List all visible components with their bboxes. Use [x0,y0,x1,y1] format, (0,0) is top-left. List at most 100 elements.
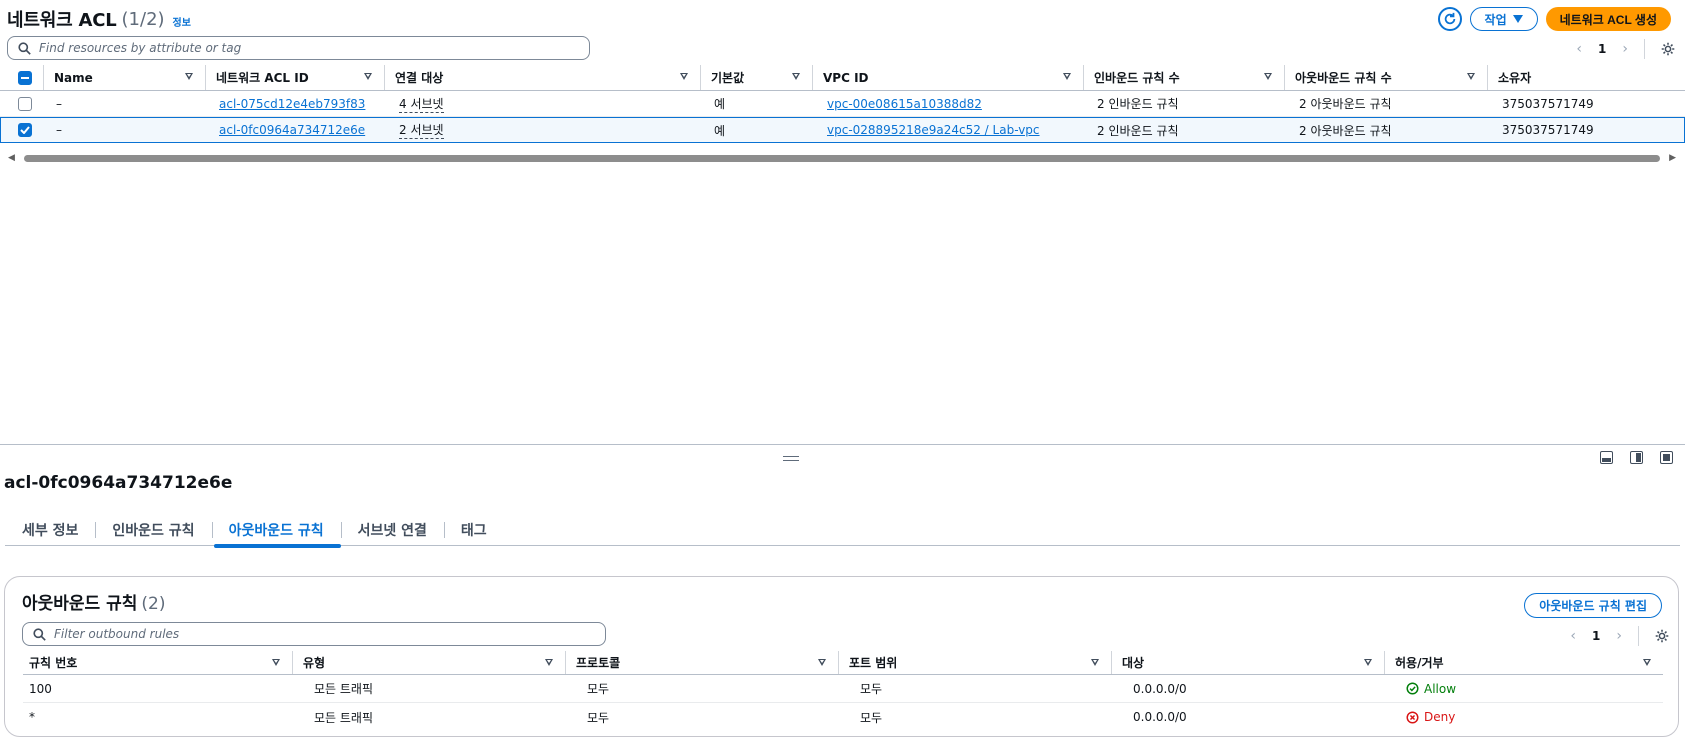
table-header: 규칙 번호 유형 프로토콜 포트 범위 대상 허용/거부 [23,651,1663,675]
row-acl-id-link[interactable]: acl-0fc0964a734712e6e [219,118,365,142]
column-header-port-range[interactable]: 포트 범위 [838,651,1111,674]
prev-page-icon[interactable]: ‹ [1576,41,1582,57]
scrollbar-thumb[interactable] [24,155,1660,162]
column-header-owner[interactable]: 소유자 [1487,65,1677,90]
sort-icon [1364,659,1372,666]
rule-destination: 0.0.0.0/0 [1133,710,1187,724]
split-panel-divider [0,444,1685,445]
page-number[interactable]: 1 [1592,629,1600,643]
minus-icon [21,76,29,79]
sort-icon [818,659,826,666]
tab-subnet-associations[interactable]: 서브넷 연결 [340,514,444,545]
sort-icon [185,73,193,80]
sort-icon [1264,73,1272,80]
actions-label: 작업 [1484,12,1507,27]
refresh-icon [1444,12,1455,25]
row-vpc-link[interactable]: vpc-00e08615a10388d82 [827,91,982,116]
tab-details[interactable]: 세부 정보 [5,514,95,545]
table-row[interactable]: – acl-075cd12e4eb793f83 4 서브넷 예 vpc-00e0… [0,91,1685,117]
row-vpc-link[interactable]: vpc-028895218e9a24c52 / Lab-vpc [827,118,1040,142]
row-default: 예 [714,123,726,138]
scroll-right-icon[interactable]: ▶ [1669,153,1676,163]
row-checkbox[interactable] [18,91,32,116]
column-header-allow-deny[interactable]: 허용/거부 [1384,651,1663,674]
x-circle-icon [1406,710,1419,724]
page-title: 네트워크 ACL [7,10,117,31]
row-acl-id-link[interactable]: acl-075cd12e4eb793f83 [219,91,365,116]
prev-page-icon[interactable]: ‹ [1570,628,1576,644]
select-all-checkbox[interactable] [18,65,32,90]
table-header: Name 네트워크 ACL ID 연결 대상 기본값 VPC ID 인바운드 규… [0,65,1685,91]
column-header-type[interactable]: 유형 [292,651,565,674]
outbound-rules-container: 아웃바운드 규칙 (2) 아웃바운드 규칙 편집 Filter outbound … [4,576,1679,737]
actions-dropdown-button[interactable]: 작업 [1469,7,1538,31]
panel-full-icon[interactable] [1660,451,1673,464]
next-page-icon[interactable]: › [1622,41,1628,57]
outbound-rules-count: (2) [141,594,166,614]
column-header-name[interactable]: Name [43,65,205,90]
page-header: 네트워크 ACL (1/2) 정보 작업 네트워크 ACL 생성 [7,6,1671,32]
outbound-rules-table: 규칙 번호 유형 프로토콜 포트 범위 대상 허용/거부 100 모든 트래픽 … [23,651,1663,731]
column-header-destination[interactable]: 대상 [1111,651,1384,674]
rule-protocol: 모두 [587,682,610,696]
tab-inbound-rules[interactable]: 인바운드 규칙 [95,514,211,545]
sort-icon [272,659,280,666]
column-header-acl-id[interactable]: 네트워크 ACL ID [205,65,384,90]
outbound-rules-title: 아웃바운드 규칙 (2) [22,594,166,614]
search-icon [18,41,31,55]
horizontal-scrollbar[interactable]: ◀ ▶ [8,153,1676,163]
panel-bottom-icon[interactable] [1600,451,1613,464]
check-icon [20,126,30,134]
rule-action: Deny [1406,703,1455,731]
table-row-selected[interactable]: – acl-0fc0964a734712e6e 2 서브넷 예 vpc-0288… [0,117,1685,143]
rule-destination: 0.0.0.0/0 [1133,681,1187,696]
row-association[interactable]: 2 서브넷 [399,118,444,142]
column-header-outbound[interactable]: 아웃바운드 규칙 수 [1284,65,1487,90]
gear-icon[interactable] [1655,629,1669,643]
column-header-vpc-id[interactable]: VPC ID [812,65,1083,90]
search-icon [33,627,46,641]
resource-search-input[interactable]: Find resources by attribute or tag [7,36,590,60]
filter-placeholder: Filter outbound rules [54,627,180,641]
divider [1638,626,1639,646]
table-row: * 모든 트래픽 모두 모두 0.0.0.0/0 Deny [23,703,1663,731]
tab-outbound-rules[interactable]: 아웃바운드 규칙 [211,514,341,548]
pagination: ‹ 1 › [1576,39,1675,59]
divider [1644,39,1645,59]
page-number[interactable]: 1 [1598,42,1606,56]
gear-icon[interactable] [1661,42,1675,56]
sort-icon [1091,659,1099,666]
row-outbound: 2 아웃바운드 규칙 [1299,97,1392,111]
table-row: 100 모든 트래픽 모두 모두 0.0.0.0/0 Allow [23,675,1663,703]
detail-title: acl-0fc0964a734712e6e [4,473,233,493]
column-header-rule-number[interactable]: 규칙 번호 [19,651,292,674]
resize-handle-icon[interactable] [783,456,799,461]
row-association[interactable]: 4 서브넷 [399,91,444,116]
refresh-button[interactable] [1437,7,1462,31]
panel-layout-controls [1600,451,1673,464]
create-acl-button[interactable]: 네트워크 ACL 생성 [1545,7,1671,31]
sort-icon [792,73,800,80]
column-header-association[interactable]: 연결 대상 [384,65,700,90]
column-header-default[interactable]: 기본값 [700,65,812,90]
next-page-icon[interactable]: › [1616,628,1622,644]
column-header-protocol[interactable]: 프로토콜 [565,651,838,674]
row-checkbox[interactable] [18,118,32,142]
selection-count: (1/2) [121,8,165,30]
column-header-inbound[interactable]: 인바운드 규칙 수 [1083,65,1284,90]
sort-icon [364,73,372,80]
tab-tags[interactable]: 태그 [443,514,504,545]
rule-port-range: 모두 [860,682,883,696]
rule-protocol: 모두 [587,710,610,725]
panel-side-icon[interactable] [1630,451,1643,464]
search-placeholder: Find resources by attribute or tag [39,41,242,55]
row-inbound: 2 인바운드 규칙 [1097,97,1179,111]
info-link[interactable]: 정보 [173,14,191,29]
rule-port-range: 모두 [860,710,883,725]
scroll-left-icon[interactable]: ◀ [8,153,15,163]
rule-number: 100 [29,681,52,696]
row-default: 예 [714,97,726,111]
edit-outbound-rules-button[interactable]: 아웃바운드 규칙 편집 [1524,593,1662,618]
row-inbound: 2 인바운드 규칙 [1097,123,1179,138]
filter-outbound-rules-input[interactable]: Filter outbound rules [22,622,606,646]
